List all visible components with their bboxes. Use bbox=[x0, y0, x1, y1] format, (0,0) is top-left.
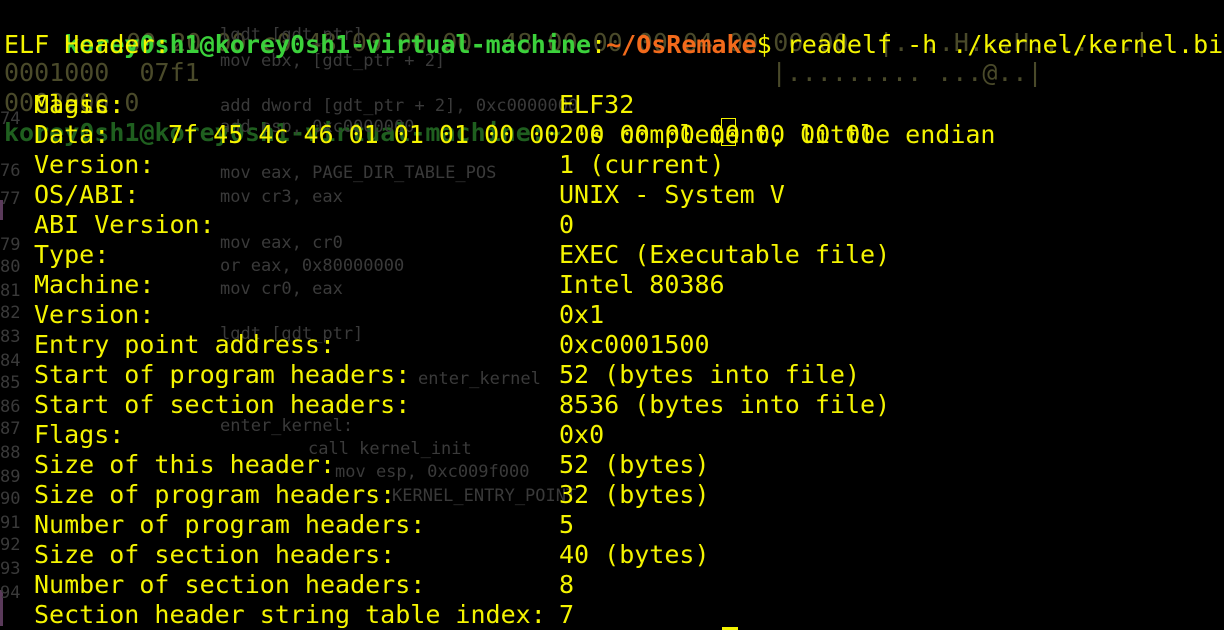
field-label: Start of program headers: bbox=[34, 360, 411, 389]
field-label: Size of program headers: bbox=[34, 480, 396, 509]
field-label: Version: bbox=[34, 150, 155, 179]
field-value: 52 (bytes into file) bbox=[559, 360, 861, 389]
highlight-cursor bbox=[721, 118, 736, 146]
elf-field-row: Number of section headers: 8 bbox=[0, 570, 1224, 600]
field-value: 52 (bytes) bbox=[559, 450, 710, 479]
field-label: Section header string table index: bbox=[34, 600, 546, 629]
field-label: Version: bbox=[34, 300, 155, 329]
elf-field-row: ABI Version: 0 bbox=[0, 210, 1224, 240]
elf-field-row: Size of this header: 52 (bytes) bbox=[0, 450, 1224, 480]
elf-field-row: Version: 1 (current) bbox=[0, 150, 1224, 180]
shell-prompt-line: korey0sh1@korey0sh1-virtual-machine:~/Os… bbox=[4, 0, 1224, 59]
field-value: 0x0 bbox=[559, 420, 605, 449]
field-value: ELF32 bbox=[559, 90, 635, 119]
elf-field-row: Start of program headers: 52 (bytes into … bbox=[0, 360, 1224, 390]
elf-header-title: ELF Header: bbox=[4, 30, 170, 59]
elf-field-row: Size of section headers: 40 (bytes) bbox=[0, 540, 1224, 570]
field-value: 2's complement, little endian bbox=[559, 120, 996, 149]
elf-field-row: Version: 0x1 bbox=[0, 300, 1224, 330]
field-value: 40 (bytes) bbox=[559, 540, 710, 569]
field-label: Number of section headers: bbox=[34, 570, 426, 599]
magic-row: Magic: 7f 45 4c 46 01 01 01 00 00 00 00 … bbox=[0, 60, 1224, 149]
elf-field-row: Machine: Intel 80386 bbox=[0, 270, 1224, 300]
elf-field-row: Section header string table index: 7 bbox=[0, 600, 1224, 630]
field-value: 0xc0001500 bbox=[559, 330, 710, 359]
prompt-path: ~/OsRemake bbox=[606, 30, 757, 59]
field-label: Class: bbox=[34, 90, 125, 119]
field-label: Start of section headers: bbox=[34, 390, 411, 419]
field-value: 7 bbox=[559, 600, 575, 629]
field-label: Number of program headers: bbox=[34, 510, 426, 539]
field-value: UNIX - System V bbox=[559, 180, 785, 209]
elf-field-row: Flags: 0x0 bbox=[0, 420, 1224, 450]
field-label: Size of section headers: bbox=[34, 540, 396, 569]
prompt-dollar: $ bbox=[756, 30, 772, 59]
field-label: Flags: bbox=[34, 420, 125, 449]
field-value: 5 bbox=[559, 510, 575, 539]
command-text: readelf -h ./kernel/kernel.bin bbox=[786, 30, 1224, 59]
field-value: EXEC (Executable file) bbox=[559, 240, 891, 269]
elf-field-row: Start of section headers: 8536 (bytes int… bbox=[0, 390, 1224, 420]
field-label: Data: bbox=[34, 120, 110, 149]
elf-field-row: Size of program headers: 32 (bytes) bbox=[0, 480, 1224, 510]
field-value: 0x1 bbox=[559, 300, 605, 329]
field-label: Size of this header: bbox=[34, 450, 336, 479]
prompt-separator: : bbox=[591, 30, 607, 59]
field-value: 32 (bytes) bbox=[559, 480, 710, 509]
field-label: Entry point address: bbox=[34, 330, 336, 359]
terminal-window[interactable]: 00 20 00 c0 48 00 00 00 48 00 00 00 04 0… bbox=[0, 0, 1224, 630]
field-label: Machine: bbox=[34, 270, 155, 299]
field-value: 1 (current) bbox=[559, 150, 725, 179]
field-value: 0 bbox=[559, 210, 575, 239]
elf-field-row: Entry point address: 0xc0001500 bbox=[0, 330, 1224, 360]
elf-field-row: Number of program headers: 5 bbox=[0, 510, 1224, 540]
elf-field-row: Class: ELF32 bbox=[0, 90, 1224, 120]
field-label: OS/ABI: bbox=[34, 180, 140, 209]
field-value: 8 bbox=[559, 570, 575, 599]
field-label: Type: bbox=[34, 240, 110, 269]
field-value: 8536 (bytes into file) bbox=[559, 390, 891, 419]
elf-field-row: Data: 2's complement, little endian bbox=[0, 120, 1224, 150]
elf-field-row: Type: EXEC (Executable file) bbox=[0, 240, 1224, 270]
field-value: Intel 80386 bbox=[559, 270, 725, 299]
field-label: ABI Version: bbox=[34, 210, 215, 239]
elf-field-row: OS/ABI: UNIX - System V bbox=[0, 180, 1224, 210]
